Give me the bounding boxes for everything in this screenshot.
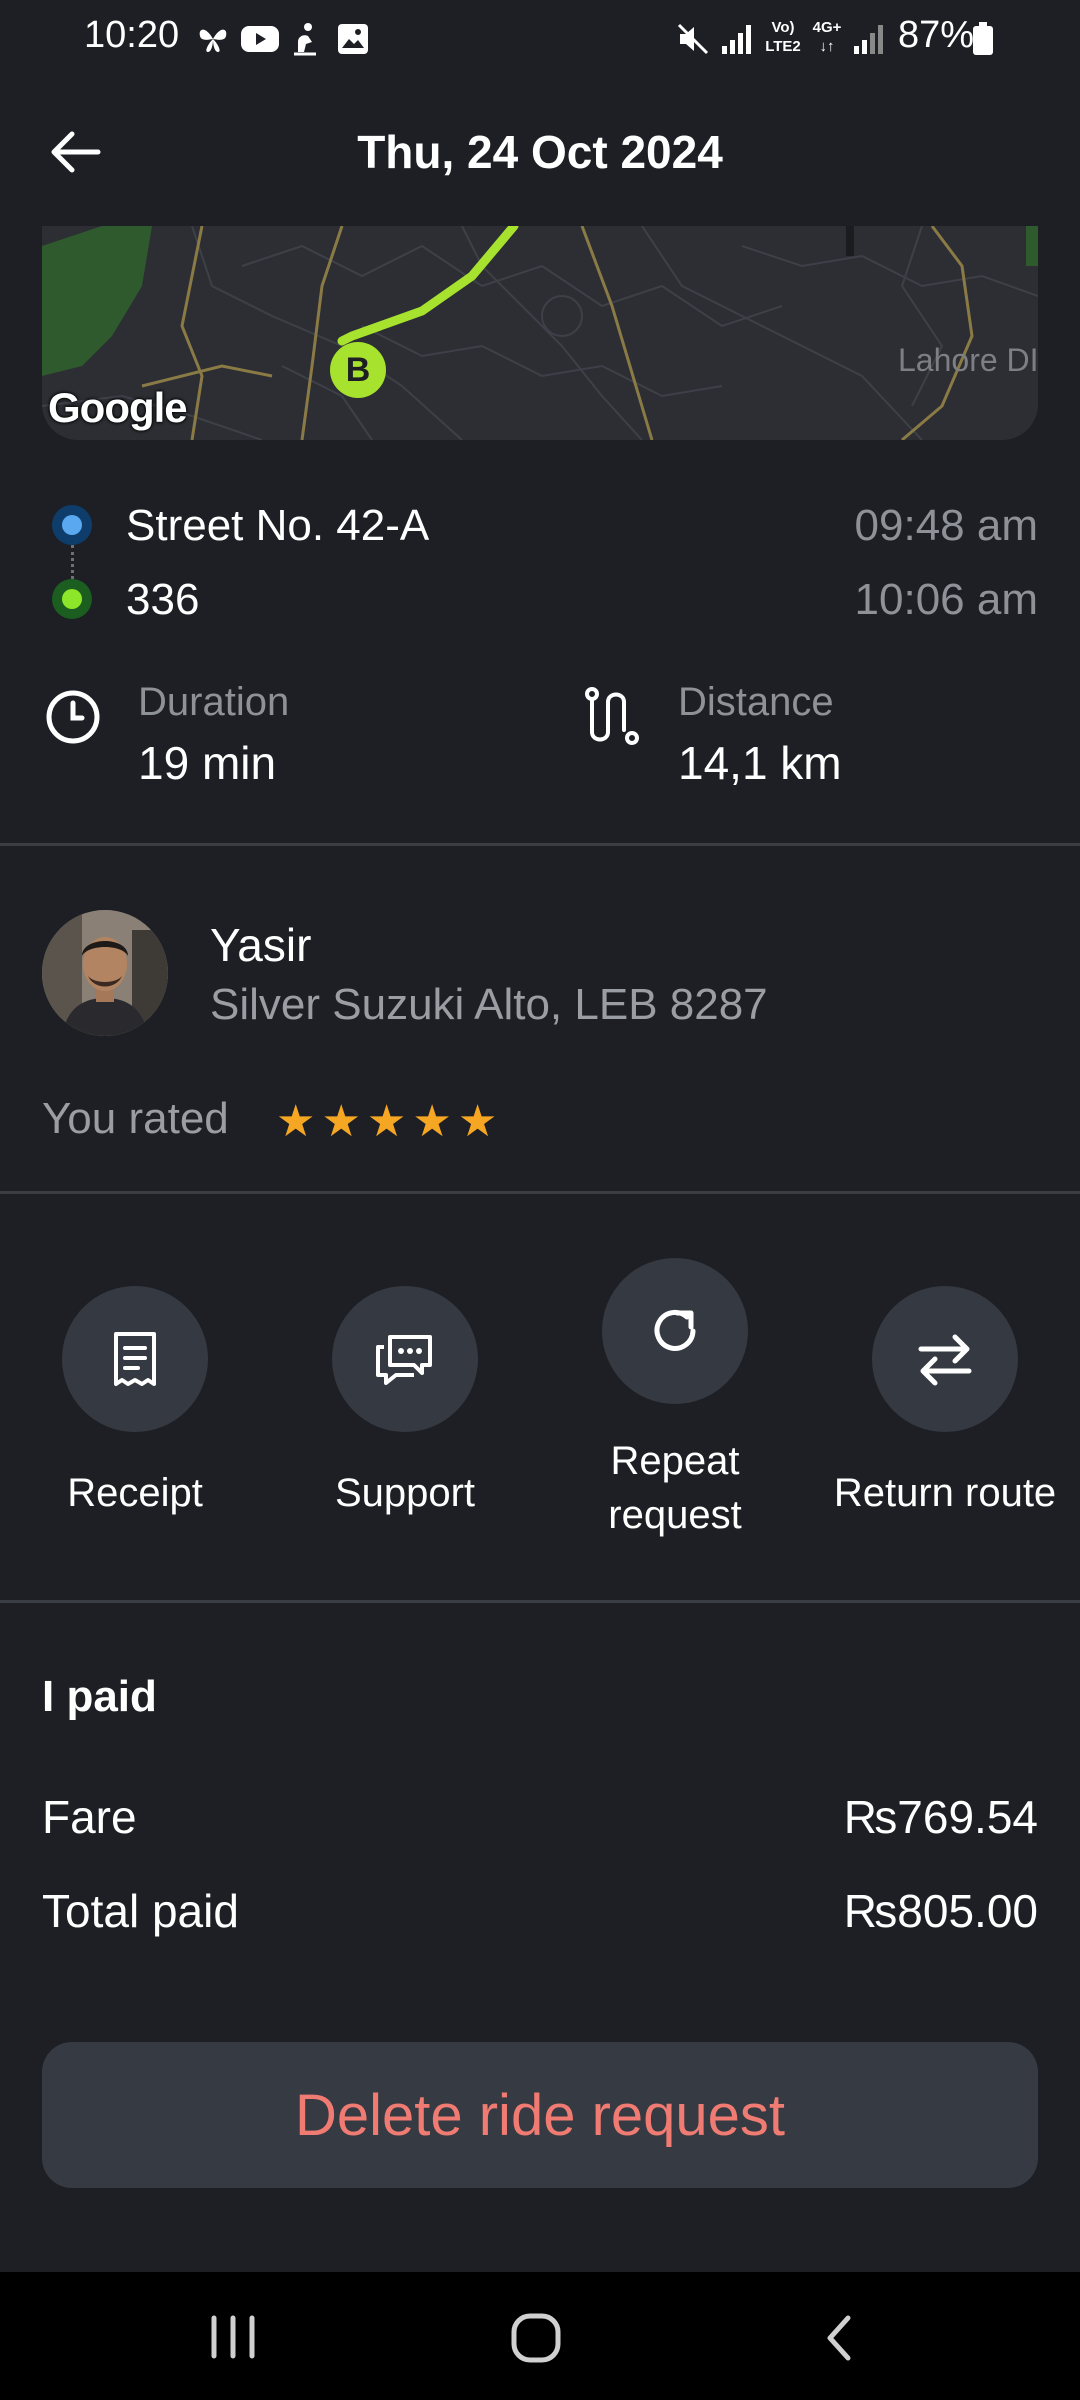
butterfly-icon [199, 29, 227, 52]
distance-value: 14,1 km [678, 737, 842, 789]
figure-icon [294, 23, 316, 56]
duration-value: 19 min [138, 737, 277, 789]
volte-indicator: Vo) LTE2 [765, 19, 801, 55]
pickup-address: Street No. 42-A [126, 501, 430, 550]
receipt-icon [114, 1332, 156, 1386]
route-map[interactable]: B Google Lahore DI [42, 226, 1038, 440]
dropoff-address: 336 [126, 575, 200, 624]
4g-indicator: 4G+ ↓↑ [812, 19, 842, 55]
route-icon [585, 687, 639, 745]
map-canvas [42, 226, 1038, 440]
star-icon: ★ [412, 1097, 452, 1146]
repeat-request-button[interactable]: Repeat request [540, 1258, 810, 1542]
delete-ride-button[interactable]: Delete ride request [42, 2042, 1038, 2188]
dropoff-marker-icon [52, 579, 92, 619]
divider [0, 843, 1080, 846]
marker-label: B [345, 350, 371, 389]
signal-icon [722, 25, 751, 54]
battery-percent: 87% [898, 14, 975, 56]
arrow-left-icon [51, 131, 101, 173]
chat-icon [376, 1335, 432, 1385]
google-logo: Google [48, 384, 188, 431]
route-connector [71, 545, 74, 579]
battery-icon [973, 22, 993, 55]
total-paid-label: Total paid [42, 1885, 239, 1937]
driver-avatar [42, 910, 168, 1036]
divider [0, 1600, 1080, 1603]
clock-icon [46, 690, 100, 744]
star-icon: ★ [276, 1097, 316, 1146]
page-title: Thu, 24 Oct 2024 [357, 126, 723, 178]
support-label: Support [334, 1471, 476, 1515]
recent-apps-icon[interactable] [206, 2314, 260, 2360]
status-time: 10:20 [84, 14, 180, 56]
support-button[interactable]: Support [270, 1286, 540, 1520]
total-paid-value: ₨805.00 [843, 1885, 1038, 1937]
rating-stars: ★ ★ ★ ★ ★ [276, 1096, 497, 1148]
paid-section-title: I paid [42, 1672, 157, 1721]
receipt-label: Receipt [67, 1471, 203, 1515]
star-icon: ★ [366, 1097, 407, 1146]
star-icon: ★ [457, 1097, 498, 1146]
duration-label: Duration [138, 680, 290, 724]
map-place-label: Lahore DI [898, 342, 1038, 378]
signal-icon-2 [854, 25, 883, 54]
swap-arrows-icon [918, 1334, 972, 1386]
driver-car-info: Silver Suzuki Alto, LEB 8287 [210, 980, 768, 1029]
star-icon: ★ [321, 1097, 361, 1146]
system-nav-bar [0, 2272, 1080, 2400]
dropoff-time: 10:06 am [854, 575, 1038, 624]
youtube-icon [241, 26, 279, 52]
fare-value: ₨769.54 [843, 1791, 1038, 1843]
map-marker-b[interactable]: B [330, 342, 386, 398]
support-circle[interactable] [332, 1286, 478, 1432]
back-button[interactable] [40, 122, 110, 182]
status-bar: 10:20 Vo) LTE2 4G+ ↓↑ 87% [0, 0, 1080, 76]
return-route-button[interactable]: Return route [810, 1286, 1080, 1520]
return-route-label: Return route [833, 1471, 1057, 1515]
rated-label: You rated [42, 1094, 229, 1143]
divider [0, 1191, 1080, 1194]
fare-label: Fare [42, 1791, 137, 1843]
distance-label: Distance [678, 680, 834, 724]
home-icon[interactable] [510, 2312, 562, 2364]
receipt-button[interactable]: Receipt [0, 1286, 270, 1520]
driver-name: Yasir [210, 919, 312, 971]
mute-icon [677, 23, 709, 55]
return-route-circle[interactable] [872, 1286, 1018, 1432]
repeat-circle[interactable] [602, 1258, 748, 1404]
gallery-icon [338, 24, 368, 54]
back-nav-icon[interactable] [820, 2314, 858, 2362]
refresh-icon [654, 1309, 696, 1351]
receipt-circle[interactable] [62, 1286, 208, 1432]
repeat-request-label: Repeat request [608, 1439, 742, 1537]
pickup-marker-icon [52, 505, 92, 545]
pickup-time: 09:48 am [854, 501, 1038, 550]
